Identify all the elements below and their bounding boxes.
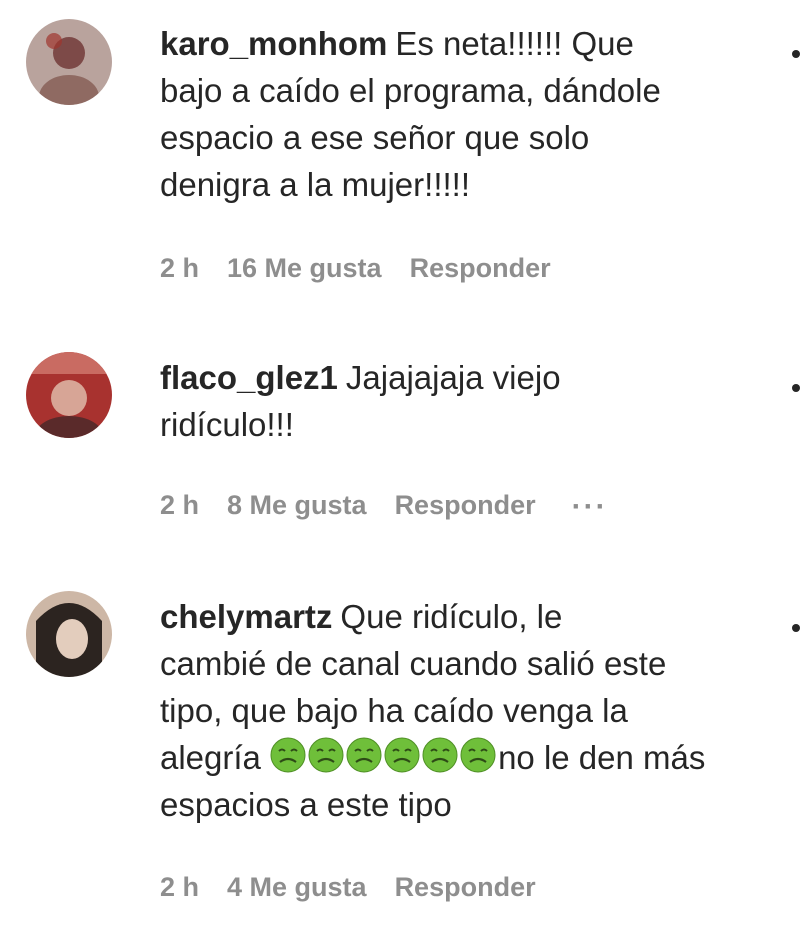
comment-time: 2 h [160, 253, 200, 283]
comment-text-line: cambié de canal cuando salió este [160, 645, 667, 682]
comment-meta: 2 h 8 Me gusta Responder ··· [160, 490, 636, 524]
avatar[interactable] [26, 352, 112, 438]
nauseated-face-icon [308, 737, 344, 773]
comment-username[interactable]: chelymartz [160, 598, 332, 635]
comment-text-line: denigra a la mujer!!!!! [160, 166, 470, 203]
comment-likes[interactable]: 4 Me gusta [227, 872, 367, 902]
emoji-row [270, 737, 498, 776]
more-options-icon[interactable]: ··· [572, 490, 608, 524]
comment-meta: 2 h 16 Me gusta Responder [160, 253, 579, 284]
comment-text-line: espacio a ese señor que solo [160, 119, 590, 156]
comment-likes[interactable]: 16 Me gusta [227, 253, 382, 283]
comment-text-line: Jajajajaja viejo [345, 359, 561, 396]
comment-body: karo_monhom Es neta!!!!!! Que bajo a caíd… [160, 20, 760, 208]
nauseated-face-icon [384, 737, 420, 773]
comment-options-icon[interactable] [792, 384, 800, 392]
comment-time: 2 h [160, 872, 200, 902]
comment-body: chelymartz Que ridículo, le cambié de can… [160, 593, 760, 828]
comment-text-line: Es neta!!!!!! Que [395, 25, 634, 62]
comment-text-line: bajo a caído el programa, dándole [160, 72, 661, 109]
comment-text-line: tipo, que bajo ha caído venga la [160, 692, 628, 729]
comment-text-fragment: no le den más [498, 739, 706, 776]
comment-time: 2 h [160, 490, 200, 521]
nauseated-face-icon [346, 737, 382, 773]
comment-text-fragment: alegría [160, 739, 261, 776]
avatar[interactable] [26, 19, 112, 105]
nauseated-face-icon [270, 737, 306, 773]
comment-options-icon[interactable] [792, 624, 800, 632]
comment-text-line: alegría no le den más [160, 734, 760, 781]
comment-text-line: Que ridículo, le [340, 598, 563, 635]
comment-username[interactable]: flaco_glez1 [160, 359, 338, 396]
comment-body: flaco_glez1 Jajajajaja viejo ridículo!!! [160, 354, 760, 448]
comment-text-line: espacios a este tipo [160, 786, 452, 823]
comment-likes[interactable]: 8 Me gusta [227, 490, 367, 520]
reply-button[interactable]: Responder [395, 490, 536, 520]
comment-username[interactable]: karo_monhom [160, 25, 387, 62]
reply-button[interactable]: Responder [395, 872, 536, 902]
comment-meta: 2 h 4 Me gusta Responder [160, 872, 564, 903]
comment-text-line: ridículo!!! [160, 406, 294, 443]
nauseated-face-icon [422, 737, 458, 773]
reply-button[interactable]: Responder [410, 253, 551, 283]
comment-options-icon[interactable] [792, 50, 800, 58]
nauseated-face-icon [460, 737, 496, 773]
avatar[interactable] [26, 591, 112, 677]
